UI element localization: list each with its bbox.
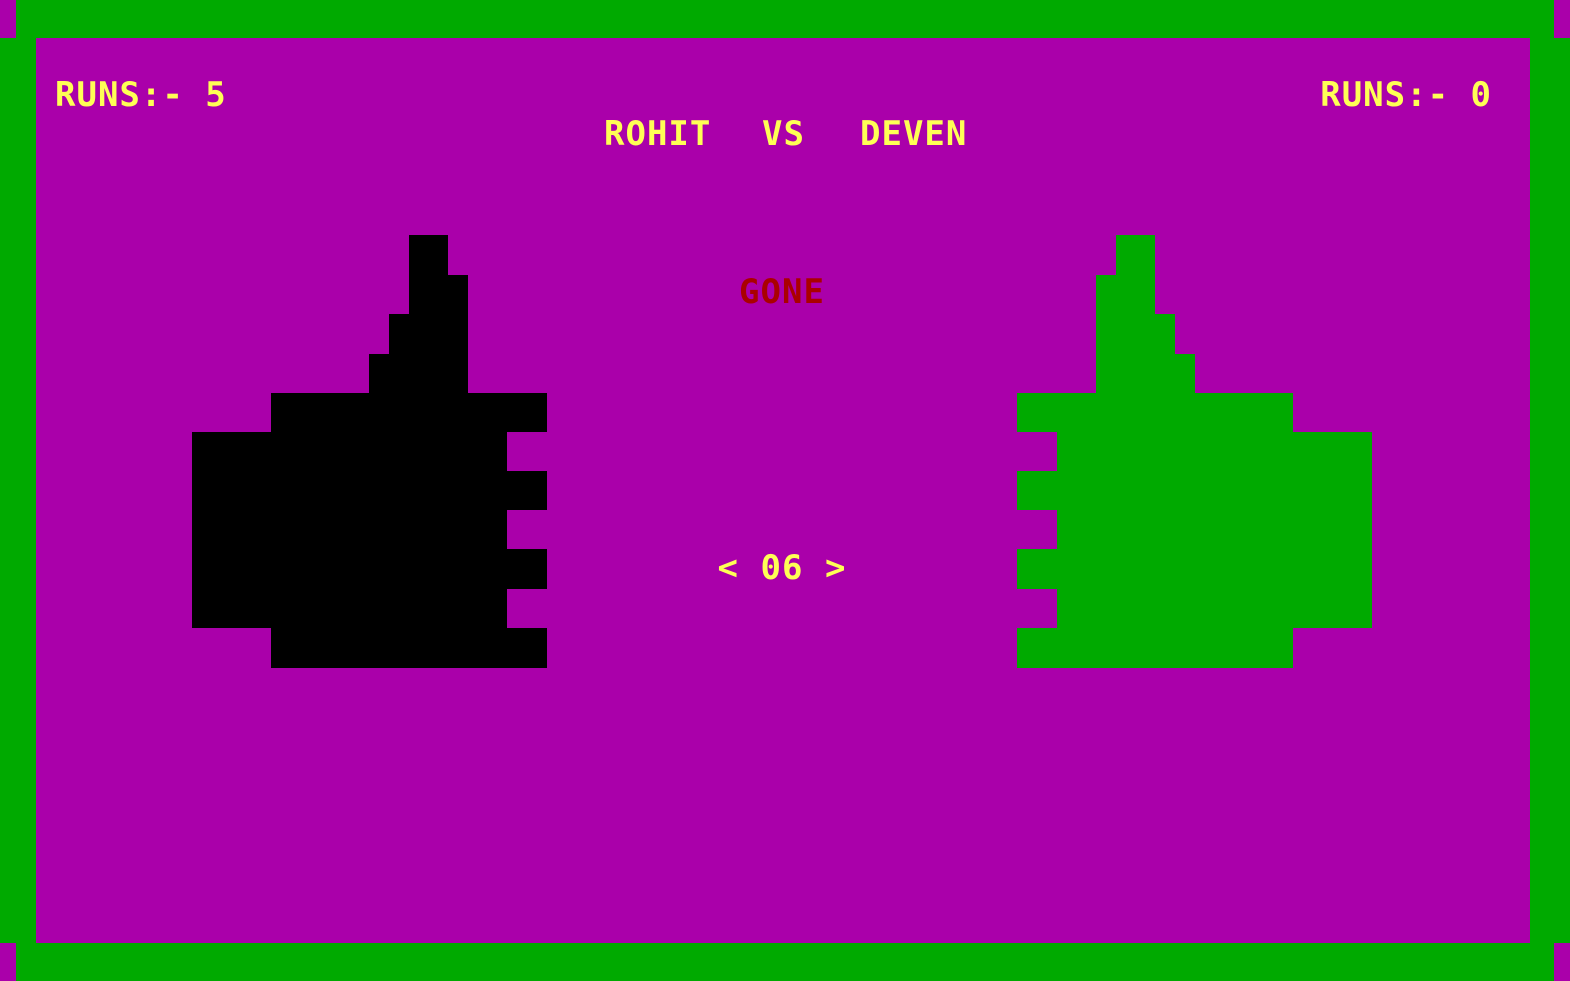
player1-name: ROHIT (604, 114, 712, 154)
player1-score: RUNS:- 5 (55, 75, 227, 115)
left-hand-shape (192, 235, 547, 668)
border-corner (0, 0, 16, 38)
versus-label: VS (762, 114, 805, 154)
border-corner (1554, 943, 1570, 981)
player2-name: DEVEN (860, 114, 968, 154)
selected-number: 06 (760, 548, 804, 588)
thumbs-up-icon (192, 235, 547, 668)
left-arrow-icon[interactable]: < (718, 548, 739, 588)
border-corner (0, 943, 16, 981)
player2-score: RUNS:- 0 (1320, 75, 1492, 115)
thumbs-up-icon (1017, 235, 1372, 668)
game-screen: RUNS:- 5 RUNS:- 0 ROHIT VS DEVEN GONE < … (0, 0, 1570, 981)
right-hand-shape (1017, 235, 1372, 668)
border-corner (1554, 0, 1570, 38)
right-arrow-icon[interactable]: > (825, 548, 846, 588)
